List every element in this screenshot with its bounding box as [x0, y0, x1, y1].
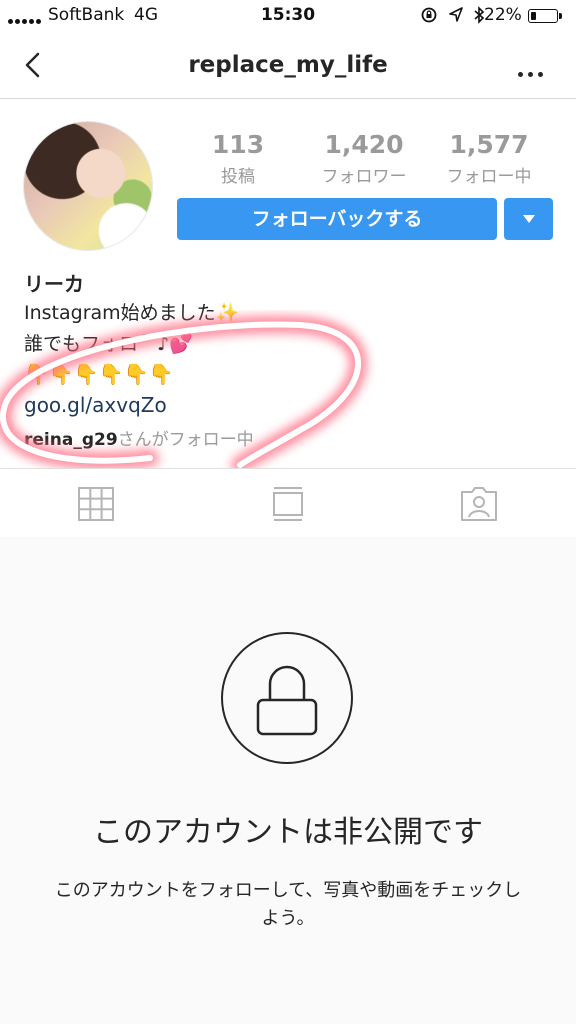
lock-icon [221, 632, 353, 764]
lock-rotation-icon [421, 7, 437, 23]
bio-link[interactable]: goo.gl/axvqZo [24, 393, 167, 417]
suggestions-dropdown-button[interactable] [504, 198, 553, 240]
grid-icon[interactable] [78, 487, 114, 521]
following-label: フォロー中 [446, 167, 532, 187]
private-description: このアカウントをフォローして、写真や動画をチェックしよう。 [54, 880, 522, 929]
bio-line: 誰でもフォロ⌒♪💕 [24, 333, 193, 355]
emoji-line: 👇👇👇👇👇👇 [24, 362, 174, 386]
status-bar: SoftBank 4G 15:30 22% [0, 0, 576, 34]
location-arrow-icon [448, 7, 463, 22]
bio-line: Instagram始めました✨ [24, 302, 240, 324]
profile-tabs [0, 468, 576, 538]
followers-label: フォロワー [321, 167, 407, 187]
mutual-follow-text[interactable]: reina_g29さんがフォロー中 [24, 425, 254, 450]
avatar[interactable] [24, 122, 152, 250]
profile-name: リーカ [24, 272, 84, 296]
follow-back-button[interactable]: フォローバックする [177, 198, 497, 240]
posts-label: 投稿 [221, 167, 255, 187]
private-title: このアカウントは非公開です [93, 815, 483, 850]
private-account-panel: このアカウントは非公開です このアカウントをフォローして、写真や動画をチェックし… [0, 537, 576, 1024]
mutual-username[interactable]: reina_g29 [24, 430, 118, 450]
battery-percent: 22% [484, 5, 522, 25]
bluetooth-icon [474, 6, 485, 24]
more-dots-icon[interactable] [518, 62, 548, 81]
status-icons [421, 6, 485, 26]
page-title: replace_my_life [188, 52, 388, 78]
feed-icon[interactable] [270, 487, 306, 521]
tagged-icon[interactable] [461, 487, 497, 521]
mutual-suffix: さんがフォロー中 [117, 430, 254, 450]
caret-down-icon [523, 215, 535, 223]
battery-icon [528, 9, 562, 23]
following-count[interactable]: 1,577 [434, 130, 544, 159]
followers-count[interactable]: 1,420 [309, 130, 419, 159]
posts-count[interactable]: 113 [183, 130, 293, 159]
nav-bar: replace_my_life [0, 34, 576, 99]
